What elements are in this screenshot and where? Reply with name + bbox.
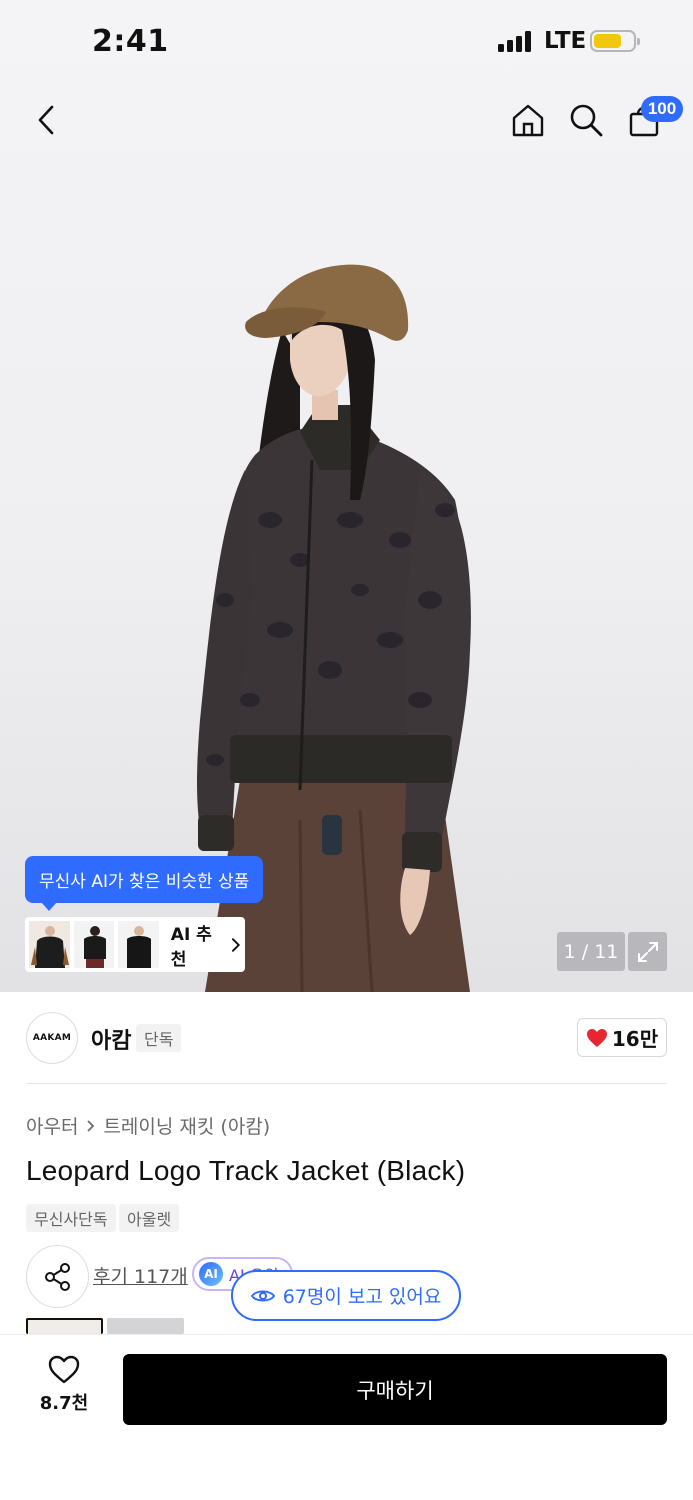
similar-product-thumb[interactable] [73, 921, 115, 968]
product-photo [197, 264, 471, 992]
signal-icon [498, 30, 536, 52]
similar-product-thumb[interactable] [118, 921, 159, 968]
chevron-left-icon [38, 105, 54, 135]
divider [26, 1083, 667, 1084]
brand-name[interactable]: 아캄 [91, 1023, 131, 1055]
wishlist-button[interactable]: 8.7천 [26, 1355, 102, 1425]
status-bar: 2:41 LTE [0, 0, 693, 84]
product-image-carousel[interactable] [0, 0, 693, 992]
image-counter: 1 / 11 [557, 932, 625, 971]
ai-recommend-label: AI 추천 [170, 924, 212, 970]
brand-logo[interactable]: AAKAM [26, 1012, 78, 1064]
ai-recommend-link[interactable]: AI 추천 [171, 920, 241, 970]
viewers-text: 67명이 보고 있어요 [282, 1286, 442, 1308]
cart-count-badge: 100 [641, 96, 683, 122]
exclusive-tag: 단독 [136, 1024, 182, 1052]
breadcrumb: 아우터 트레이닝 재킷 (아캄) [26, 1112, 270, 1139]
chevron-right-icon [232, 937, 241, 952]
back-button[interactable] [24, 98, 68, 142]
share-icon [44, 1262, 70, 1291]
heart-icon [586, 1028, 607, 1047]
reviews-link[interactable]: 후기 117개 [93, 1262, 188, 1289]
ai-icon: AI [199, 1262, 223, 1286]
search-icon [570, 104, 603, 137]
ai-tooltip-text: 무신사 AI가 찾은 비슷한 상품 [39, 872, 250, 892]
search-button[interactable] [564, 98, 608, 142]
heart-outline-icon [48, 1355, 80, 1384]
chevron-right-icon [87, 1119, 95, 1132]
network-label: LTE [544, 28, 587, 54]
battery-icon [590, 30, 640, 52]
breadcrumb-item[interactable]: 트레이닝 재킷 (아캄) [103, 1112, 270, 1139]
similar-product-thumb[interactable] [29, 921, 70, 968]
breadcrumb-item[interactable]: 아우터 [26, 1112, 78, 1139]
expand-image-button[interactable] [628, 932, 667, 971]
product-tag: 무신사단독 [26, 1204, 116, 1232]
brand-like-count: 16만 [611, 1027, 659, 1051]
color-option-thumb[interactable] [26, 1318, 103, 1334]
color-option-thumb[interactable] [107, 1318, 184, 1334]
viewers-badge: 67명이 보고 있어요 [231, 1270, 461, 1321]
share-button[interactable] [26, 1245, 89, 1308]
status-time: 2:41 [92, 24, 169, 59]
product-title: Leopard Logo Track Jacket (Black) [26, 1155, 466, 1186]
home-icon [512, 104, 544, 137]
wishlist-count: 8.7천 [39, 1393, 89, 1414]
eye-icon [250, 1290, 275, 1301]
product-tag: 아울렛 [119, 1204, 180, 1232]
ai-recommend-strip[interactable]: AI 추천 [25, 917, 245, 972]
buy-button[interactable]: 구매하기 [123, 1354, 667, 1425]
home-button[interactable] [506, 98, 550, 142]
expand-icon [637, 941, 658, 962]
ai-similar-tooltip[interactable]: 무신사 AI가 찾은 비슷한 상품 [25, 856, 264, 911]
brand-like-button[interactable]: 16만 [577, 1018, 667, 1057]
